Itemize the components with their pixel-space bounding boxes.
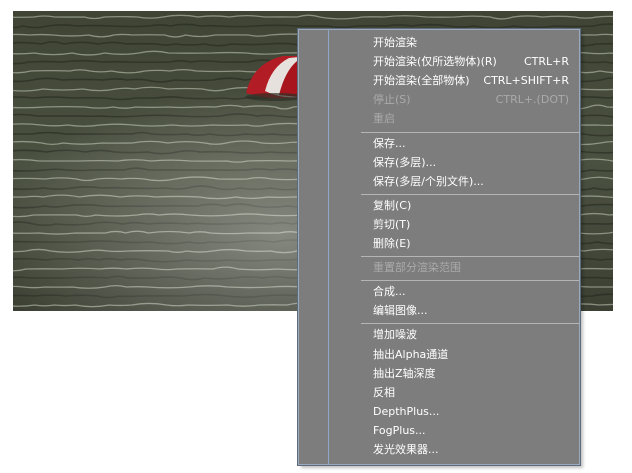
menu-icon-gutter (299, 30, 329, 464)
menu-separator (361, 193, 579, 195)
menu-item-label: 重置部分渲染范围 (373, 261, 461, 275)
menu-item[interactable]: 开始渲染 (373, 34, 579, 51)
menu-item-label: 开始渲染(仅所选物体)(R) (373, 55, 497, 69)
menu-item[interactable]: 开始渲染(全部物体) CTRL+SHIFT+R (373, 72, 579, 89)
menu-item-label: 保存(多层/个别文件)... (373, 174, 484, 188)
menu-item-label: FogPlus... (373, 423, 426, 437)
menu-item-label: 编辑图像... (373, 304, 428, 318)
menu-item[interactable]: 保存... (373, 135, 579, 152)
menu-item-shortcut: CTRL+R (523, 55, 569, 69)
menu-item-label: 开始渲染 (373, 36, 417, 49)
menu-item-label: 抽出Alpha通道 (373, 347, 449, 361)
menu-item-label: DepthPlus... (373, 404, 440, 418)
menu-item[interactable]: 停止(S) CTRL+.(DOT) (373, 91, 579, 108)
menu-item[interactable]: FogPlus... (373, 422, 579, 439)
menu-item[interactable]: DepthPlus... (373, 403, 579, 420)
menu-item[interactable]: 删除(E) (373, 235, 579, 252)
menu-item[interactable]: 反相 (373, 384, 579, 401)
menu-item-label: 发光效果器... (373, 443, 439, 456)
menu-item[interactable]: 抽出Z轴深度 (373, 365, 579, 382)
menu-item-label: 复制(C) (373, 198, 412, 212)
menu-item-label: 停止(S) (373, 93, 411, 107)
menu-item-label: 保存... (373, 136, 406, 150)
menu-item[interactable]: 重启 (373, 110, 579, 127)
menu-separator (361, 280, 579, 282)
menu-item-label: 剪切(T) (373, 217, 411, 231)
menu-separator (361, 256, 579, 258)
menu-item-label: 合成... (373, 285, 406, 299)
render-context-menu: 开始渲染开始渲染(仅所选物体)(R) CTRL+R 开始渲染(全部物体) CTRL+S… (298, 29, 580, 465)
menu-item[interactable]: 剪切(T) (373, 216, 579, 233)
menu-item-label: 反相 (373, 385, 395, 399)
menu-item[interactable]: 保存(多层/个别文件)... (373, 173, 579, 190)
menu-item-label: 增加噪波 (373, 328, 417, 342)
menu-item[interactable]: 重置部分渲染范围 (373, 259, 579, 276)
menu-item-label: 保存(多层)... (373, 155, 437, 169)
menu-item[interactable]: 发光效果器... (373, 441, 579, 458)
menu-item-label: 抽出Z轴深度 (373, 366, 436, 380)
menu-item[interactable]: 合成... (373, 283, 579, 300)
menu-separator (361, 323, 579, 325)
menu-item-label: 开始渲染(全部物体) (373, 74, 470, 88)
menu-item[interactable]: 开始渲染(仅所选物体)(R) CTRL+R (373, 53, 579, 70)
menu-separator (361, 131, 579, 133)
menu-item[interactable]: 复制(C) (373, 197, 579, 214)
menu-item-shortcut: CTRL+.(DOT) (495, 93, 569, 107)
menu-item-label: 删除(E) (373, 237, 411, 250)
menu-item[interactable]: 增加噪波 (373, 326, 579, 343)
menu-item-label: 重启 (373, 112, 395, 126)
menu-item-shortcut: CTRL+SHIFT+R (483, 74, 569, 88)
menu-item[interactable]: 抽出Alpha通道 (373, 346, 579, 363)
menu-item[interactable]: 编辑图像... (373, 302, 579, 319)
menu-item[interactable]: 保存(多层)... (373, 154, 579, 171)
